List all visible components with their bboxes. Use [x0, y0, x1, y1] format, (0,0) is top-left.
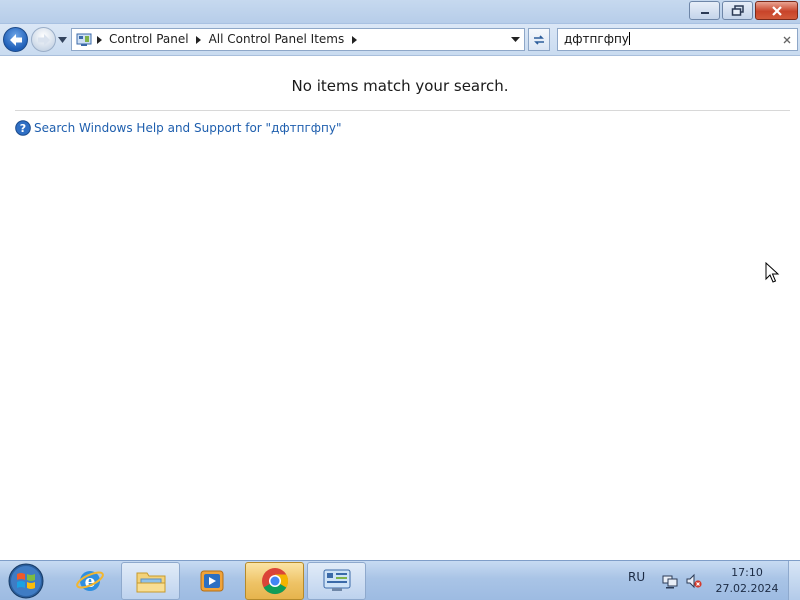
- breadcrumb-separator-icon[interactable]: [93, 29, 105, 50]
- windows-start-icon: [8, 563, 44, 599]
- media-player-icon: [200, 570, 223, 592]
- control-panel-icon: [323, 569, 350, 591]
- network-icon[interactable]: [662, 573, 678, 589]
- language-indicator[interactable]: RU: [628, 570, 645, 584]
- chevron-down-icon: [510, 37, 520, 42]
- volume-muted-icon[interactable]: [686, 573, 702, 589]
- breadcrumb-separator-icon[interactable]: [348, 29, 360, 50]
- refresh-icon: [534, 34, 544, 45]
- start-button[interactable]: [5, 562, 47, 600]
- close-button[interactable]: [755, 1, 798, 20]
- window-controls: [689, 1, 798, 20]
- help-icon: ?: [15, 120, 31, 136]
- breadcrumb-separator-icon[interactable]: [193, 29, 205, 50]
- taskbar-control-panel[interactable]: [307, 562, 366, 600]
- clear-search-button[interactable]: [777, 29, 797, 50]
- title-bar[interactable]: [0, 0, 800, 24]
- show-desktop-button[interactable]: [788, 561, 800, 600]
- file-explorer-icon: [136, 572, 165, 593]
- back-arrow-icon: [9, 33, 22, 46]
- taskbar-media-player[interactable]: [182, 562, 241, 600]
- search-input-value[interactable]: дфтпгфпу: [558, 29, 777, 50]
- close-icon: [771, 5, 782, 16]
- system-clock[interactable]: 17:10 27.02.2024: [712, 565, 782, 597]
- content-area: No items match your search. ? Search Win…: [0, 57, 800, 560]
- chrome-icon: [261, 568, 288, 595]
- breadcrumb-all-items[interactable]: All Control Panel Items: [205, 29, 349, 50]
- restore-button[interactable]: [722, 1, 753, 20]
- screen: Control Panel All Control Panel Items дф…: [0, 0, 800, 600]
- divider: [15, 110, 790, 111]
- recent-pages-button[interactable]: [57, 33, 68, 47]
- minimize-button[interactable]: [689, 1, 720, 20]
- breadcrumb-control-panel[interactable]: Control Panel: [105, 29, 193, 50]
- refresh-button[interactable]: [528, 28, 550, 51]
- svg-text:?: ?: [20, 122, 26, 135]
- address-dropdown-button[interactable]: [506, 29, 524, 50]
- minimize-icon: [700, 11, 709, 14]
- taskbar-file-explorer[interactable]: [121, 562, 180, 600]
- clock-time: 17:10: [731, 566, 763, 579]
- internet-explorer-icon: e: [75, 571, 104, 592]
- taskbar-chrome[interactable]: [245, 562, 304, 600]
- close-icon: [783, 36, 791, 43]
- back-button[interactable]: [3, 27, 28, 52]
- search-input[interactable]: дфтпгфпу: [557, 28, 798, 51]
- restore-icon: [731, 4, 744, 16]
- help-search-link[interactable]: ? Search Windows Help and Support for "д…: [15, 120, 342, 136]
- no-results-message: No items match your search.: [291, 77, 509, 95]
- address-bar[interactable]: Control Panel All Control Panel Items: [71, 28, 525, 51]
- forward-arrow-icon: [37, 33, 50, 46]
- chevron-down-icon: [58, 37, 67, 43]
- taskbar-internet-explorer[interactable]: e: [60, 562, 119, 600]
- control-panel-small-icon: [75, 32, 93, 48]
- help-search-link-text[interactable]: Search Windows Help and Support for "дфт…: [34, 121, 342, 135]
- forward-button[interactable]: [31, 27, 56, 52]
- mouse-cursor-icon: [765, 262, 780, 283]
- clock-date: 27.02.2024: [715, 582, 779, 595]
- taskbar: e RU 17:10 27.02.2024: [0, 560, 800, 600]
- navigation-bar: Control Panel All Control Panel Items дф…: [0, 24, 800, 56]
